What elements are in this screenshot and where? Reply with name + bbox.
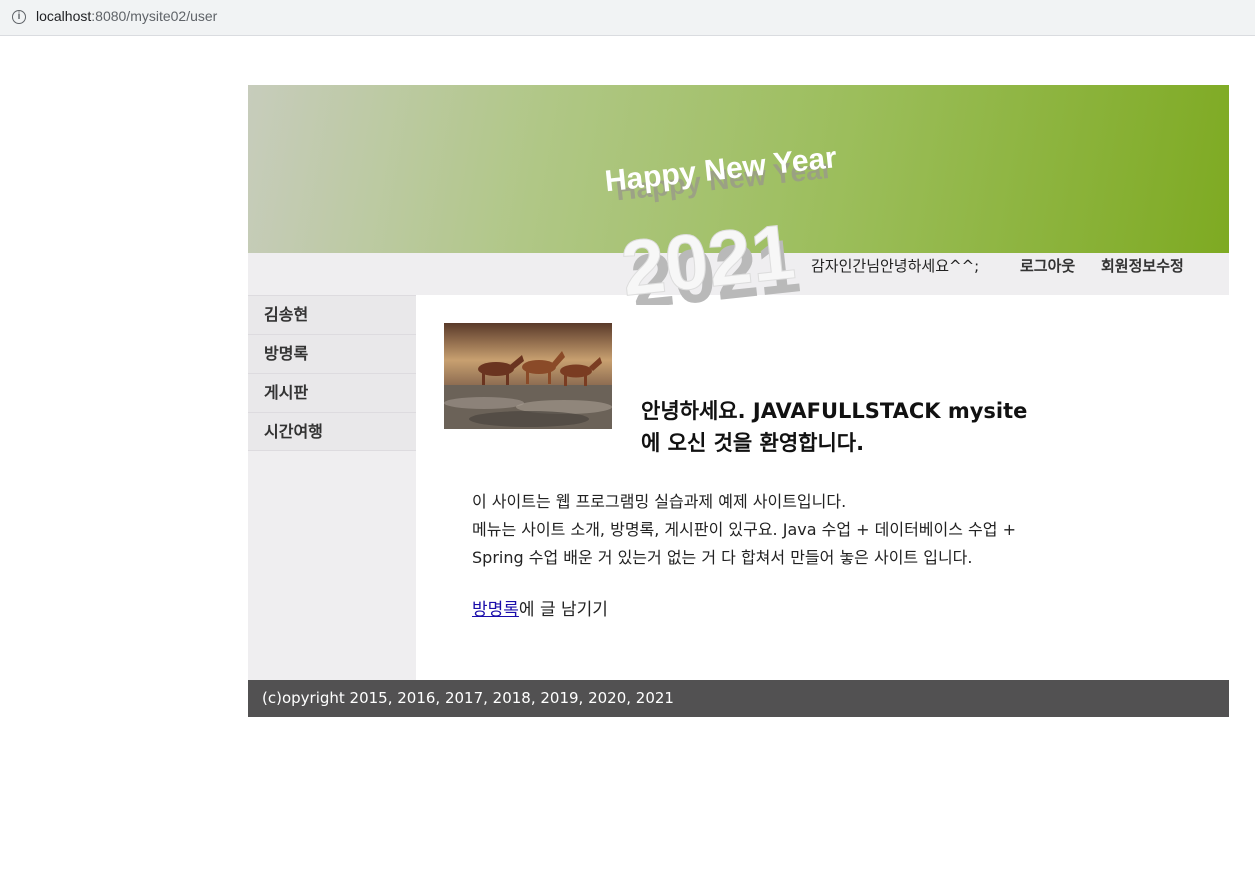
footer: (c)opyright 2015, 2016, 2017, 2018, 2019… (248, 680, 1229, 717)
header-banner: Happy New Year 2021 Happy New Year 2021 (248, 85, 1229, 305)
site-description: 이 사이트는 웹 프로그램밍 실습과제 예제 사이트입니다. 메뉴는 사이트 소… (472, 488, 1192, 572)
desc-line3: Spring 수업 배운 거 있는거 없는 거 다 합쳐서 만들어 놓은 사이트… (472, 548, 973, 567)
welcome-heading: 안녕하세요. JAVAFULLSTACK mysite 에 오신 것을 환영합니… (641, 395, 1101, 459)
url-host: localhost (36, 8, 92, 24)
sidebar-nav: 김송현 방명록 게시판 시간여행 (248, 295, 416, 451)
desc-line1: 이 사이트는 웹 프로그램밍 실습과제 예제 사이트입니다. (472, 492, 847, 511)
logout-link[interactable]: 로그아웃 (1020, 255, 1075, 276)
sidebar-item-board[interactable]: 게시판 (248, 373, 416, 412)
info-icon[interactable]: i (12, 10, 26, 24)
guestbook-suffix: 에 글 남기기 (518, 600, 608, 620)
url-path: :8080/mysite02/user (91, 8, 218, 24)
welcome-line2: 에 오신 것을 환영합니다. (641, 431, 865, 455)
site-container: Happy New Year 2021 Happy New Year 2021 … (248, 85, 1229, 717)
guestbook-prompt: 방명록에 글 남기기 (472, 595, 608, 620)
banner-image: Happy New Year 2021 Happy New Year 2021 (603, 141, 838, 305)
url-text[interactable]: localhost:8080/mysite02/user (36, 8, 217, 24)
welcome-line1: 안녕하세요. JAVAFULLSTACK mysite (641, 399, 1028, 423)
sidebar-item-name[interactable]: 김송현 (248, 295, 416, 334)
edit-profile-link[interactable]: 회원정보수정 (1101, 255, 1184, 276)
user-greeting: 감자인간님안녕하세요^^; (811, 257, 980, 275)
guestbook-link[interactable]: 방명록 (472, 600, 519, 620)
browser-address-bar[interactable]: i localhost:8080/mysite02/user (0, 0, 1255, 36)
sidebar-item-timetravel[interactable]: 시간여행 (248, 412, 416, 451)
horses-image-art (444, 323, 612, 429)
sidebar-item-guestbook[interactable]: 방명록 (248, 334, 416, 373)
horses-image (444, 323, 612, 429)
desc-line2: 메뉴는 사이트 소개, 방명록, 게시판이 있구요. Java 수업 + 데이터… (472, 520, 1016, 539)
main-content: 안녕하세요. JAVAFULLSTACK mysite 에 오신 것을 환영합니… (416, 295, 1229, 680)
banner-line2: 2021 (617, 207, 799, 305)
